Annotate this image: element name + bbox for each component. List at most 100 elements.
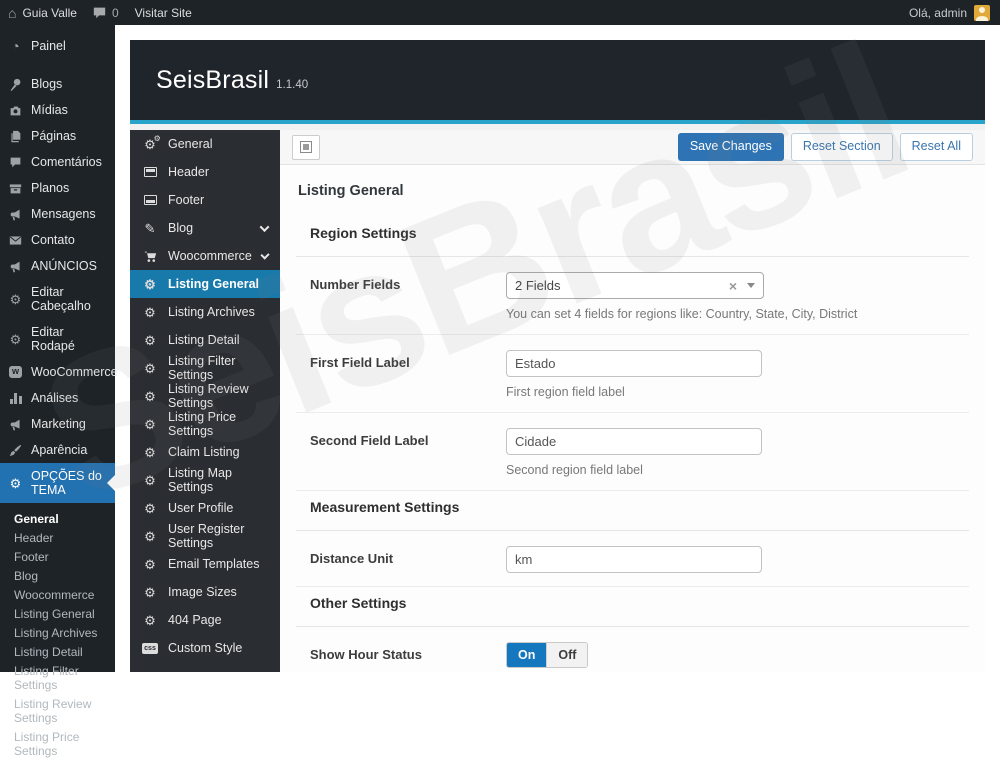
theme-menu-item-header[interactable]: Header — [130, 158, 280, 186]
theme-menu-item-listing-map-settings[interactable]: ⚙Listing Map Settings — [130, 466, 280, 494]
sidebar-item-anuncios[interactable]: ANÚNCIOS — [0, 253, 115, 279]
theme-menu-item-claim-listing[interactable]: ⚙Claim Listing — [130, 438, 280, 466]
sidebar-item-label: Análises — [31, 391, 78, 405]
section-title-measurement-settings: Measurement Settings — [296, 491, 969, 531]
theme-menu-item-general[interactable]: ⚙⚙General — [130, 130, 280, 158]
avatar[interactable] — [974, 5, 990, 21]
sidebar-item-editar-cabecalho[interactable]: ⚙Editar Cabeçalho — [0, 279, 115, 319]
theme-menu-item-listing-detail[interactable]: ⚙Listing Detail — [130, 326, 280, 354]
gear-icon: ⚙ — [142, 334, 158, 347]
submenu-item-blog[interactable]: Blog — [14, 566, 115, 585]
submenu-item-listing-detail[interactable]: Listing Detail — [14, 642, 115, 661]
woocommerce-icon: w — [8, 366, 23, 378]
field-row-number-fields: Number Fields 2 Fields × You can set 4 f… — [296, 257, 969, 335]
theme-menu-item-label: Image Sizes — [168, 585, 237, 599]
sidebar-item-opcoes-do-tema[interactable]: ⚙OPÇÕES do TEMA — [0, 463, 115, 503]
sidebar-item-planos[interactable]: Planos — [0, 175, 115, 201]
section-title-other-settings: Other Settings — [296, 587, 969, 627]
field-control: Second region field label — [506, 428, 955, 477]
panel-header: SeisBrasil 1.1.40 — [130, 40, 985, 120]
expand-options-button[interactable] — [292, 135, 320, 160]
site-name: Guia Valle — [22, 6, 76, 20]
submenu-item-woocommerce[interactable]: Woocommerce — [14, 585, 115, 604]
switch-off-button[interactable]: Off — [546, 643, 587, 667]
gear-icon: ⚙ — [8, 477, 23, 490]
sidebar-item-label: Editar Rodapé — [31, 325, 107, 353]
pin-icon — [8, 78, 23, 91]
theme-menu-item-custom-style[interactable]: cssCustom Style — [130, 634, 280, 662]
chevron-down-icon[interactable] — [747, 283, 755, 288]
clear-icon[interactable]: × — [729, 279, 737, 293]
reset-section-button[interactable]: Reset Section — [791, 133, 893, 161]
theme-menu-item-blog[interactable]: ✎Blog — [130, 214, 280, 242]
brush-icon — [8, 444, 23, 457]
sidebar-item-mensagens[interactable]: Mensagens — [0, 201, 115, 227]
switch-on-button[interactable]: On — [507, 643, 546, 667]
theme-menu-item-listing-review-settings[interactable]: ⚙ Listing Review Settings — [130, 382, 280, 410]
submenu-item-listing-general[interactable]: Listing General — [14, 604, 115, 623]
theme-menu-item-footer[interactable]: Footer — [130, 186, 280, 214]
sidebar-item-painel[interactable]: ◔Painel — [0, 33, 115, 59]
theme-menu-item-user-profile[interactable]: ⚙User Profile — [130, 494, 280, 522]
theme-menu-item-label: Header — [168, 165, 209, 179]
gear-icon: ⚙ — [142, 558, 158, 571]
number-fields-select[interactable]: 2 Fields × — [506, 272, 764, 299]
field-control — [506, 546, 955, 573]
sidebar-item-aparencia[interactable]: Aparência — [0, 437, 115, 463]
theme-menu-item-label: Custom Style — [168, 641, 242, 655]
submenu-item-listing-filter-settings[interactable]: Listing Filter Settings — [14, 661, 115, 694]
sidebar-item-analises[interactable]: Análises — [0, 385, 115, 411]
theme-menu-item-404-page[interactable]: ⚙404 Page — [130, 606, 280, 634]
email-icon — [8, 234, 23, 247]
sidebar-item-blogs[interactable]: Blogs — [0, 71, 115, 97]
comments-icon — [8, 156, 23, 169]
gear-icon: ⚙ — [142, 586, 158, 599]
submenu-item-header[interactable]: Header — [14, 528, 115, 547]
theme-menu-item-woocommerce[interactable]: Woocommerce — [130, 242, 280, 270]
sidebar-item-comentarios[interactable]: Comentários — [0, 149, 115, 175]
gear-icon: ⚙ — [142, 306, 158, 319]
theme-menu-item-user-register-settings[interactable]: ⚙User Register Settings — [130, 522, 280, 550]
visit-site-link[interactable]: Visitar Site — [135, 6, 192, 20]
submenu-item-listing-price-settings[interactable]: Listing Price Settings — [14, 727, 115, 760]
theme-menu-item-email-templates[interactable]: ⚙Email Templates — [130, 550, 280, 578]
site-menu[interactable]: ⌂ Guia Valle — [8, 6, 77, 20]
theme-menu-item-listing-general[interactable]: ⚙Listing General — [130, 270, 280, 298]
dashboard-icon: ◔ — [8, 39, 23, 53]
chevron-down-icon — [260, 222, 270, 232]
greeting[interactable]: Olá, admin — [909, 6, 967, 20]
sidebar-item-paginas[interactable]: Páginas — [0, 123, 115, 149]
theme-menu-item-listing-price-settings[interactable]: ⚙Listing Price Settings — [130, 410, 280, 438]
comments-menu[interactable]: 0 — [93, 6, 119, 20]
sidebar-item-woocommerce[interactable]: wWooCommerce — [0, 359, 115, 385]
sidebar-item-label: Comentários — [31, 155, 102, 169]
sidebar-item-label: Aparência — [31, 443, 87, 457]
first-field-label-input[interactable] — [506, 350, 762, 377]
toolbar: Save Changes Reset Section Reset All — [280, 130, 985, 165]
field-row-show-hour-status: Show Hour Status On Off — [296, 627, 969, 672]
submenu-item-footer[interactable]: Footer — [14, 547, 115, 566]
gear-icon: ⚙ — [142, 390, 158, 403]
save-changes-button[interactable]: Save Changes — [678, 133, 784, 161]
cart-icon — [142, 250, 158, 263]
reset-all-button[interactable]: Reset All — [900, 133, 973, 161]
sidebar-item-midias[interactable]: Mídias — [0, 97, 115, 123]
theme-menu-item-label: Listing Review Settings — [168, 382, 268, 410]
sidebar-item-marketing[interactable]: Marketing — [0, 411, 115, 437]
theme-menu-item-image-sizes[interactable]: ⚙ Image Sizes — [130, 578, 280, 606]
submenu-item-general[interactable]: General — [14, 509, 115, 528]
sidebar-item-contato[interactable]: Contato — [0, 227, 115, 253]
submenu-item-listing-archives[interactable]: Listing Archives — [14, 623, 115, 642]
sidebar-item-editar-rodape[interactable]: ⚙Editar Rodapé — [0, 319, 115, 359]
theme-menu-item-listing-archives[interactable]: ⚙Listing Archives — [130, 298, 280, 326]
gear-icon: ⚙ — [142, 362, 158, 375]
field-description: Second region field label — [506, 463, 955, 477]
field-control: On Off — [506, 642, 955, 668]
submenu-item-listing-review-settings[interactable]: Listing Review Settings — [14, 694, 115, 727]
field-label: Distance Unit — [310, 546, 506, 573]
distance-unit-input[interactable] — [506, 546, 762, 573]
pencil-icon: ✎ — [142, 222, 158, 235]
toolbar-actions: Save Changes Reset Section Reset All — [678, 133, 973, 161]
theme-menu-item-listing-filter-settings[interactable]: ⚙Listing Filter Settings — [130, 354, 280, 382]
second-field-label-input[interactable] — [506, 428, 762, 455]
